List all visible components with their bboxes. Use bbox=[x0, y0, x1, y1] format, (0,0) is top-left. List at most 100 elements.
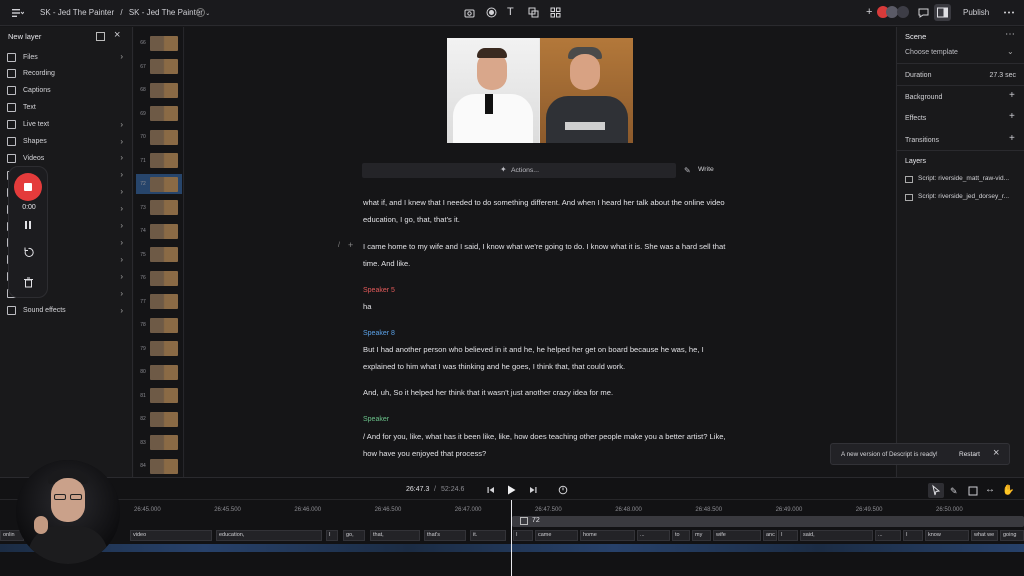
breadcrumb-project[interactable]: SK - Jed The Painter bbox=[40, 8, 114, 17]
loop-icon[interactable] bbox=[558, 485, 568, 495]
grid-tool-icon[interactable] bbox=[550, 7, 561, 18]
timeline-word[interactable]: home bbox=[580, 530, 635, 541]
pause-icon[interactable] bbox=[23, 220, 33, 230]
timeline-word[interactable]: said, bbox=[800, 530, 873, 541]
drag-handle-icon[interactable]: / bbox=[338, 242, 340, 249]
effects-label[interactable]: Effects bbox=[905, 115, 1019, 122]
panel-toggle-icon[interactable] bbox=[934, 4, 951, 21]
script-paragraph[interactable]: But I had another person who believed in… bbox=[363, 341, 733, 375]
write-button[interactable]: Write bbox=[698, 166, 714, 173]
script-paragraph[interactable]: I came home to my wife and I said, I kno… bbox=[363, 238, 733, 272]
publish-button[interactable]: Publish bbox=[963, 8, 989, 17]
timeline-word[interactable]: I bbox=[513, 530, 533, 541]
timeline-word[interactable]: go, bbox=[343, 530, 365, 541]
timeline-word[interactable]: education, bbox=[216, 530, 322, 541]
transitions-label[interactable]: Transitions bbox=[905, 137, 1019, 144]
timeline-word[interactable]: video bbox=[130, 530, 212, 541]
scene-thumbnail[interactable]: 67 bbox=[136, 57, 182, 77]
timeline-word[interactable]: came bbox=[535, 530, 578, 541]
pencil-icon[interactable]: ✎ bbox=[684, 166, 693, 175]
more-icon[interactable] bbox=[1003, 7, 1015, 18]
timeline-word[interactable]: ... bbox=[637, 530, 670, 541]
timeline-word[interactable]: to bbox=[672, 530, 690, 541]
scene-thumbnail[interactable]: 73 bbox=[136, 198, 182, 218]
sidebar-item[interactable]: Recording bbox=[0, 66, 133, 82]
timeline-word[interactable]: that's bbox=[424, 530, 466, 541]
scene-thumbnail[interactable]: 69 bbox=[136, 104, 182, 124]
scene-thumbnail[interactable]: 66 bbox=[136, 33, 182, 53]
layer-item[interactable]: Script: riverside_matt_raw-vid... bbox=[918, 175, 1020, 182]
scene-thumbnail[interactable]: 81 bbox=[136, 386, 182, 406]
video-preview[interactable] bbox=[447, 38, 633, 143]
script-paragraph[interactable]: And, uh, So it helped her think that it … bbox=[363, 384, 733, 401]
sidebar-item[interactable]: Videos › bbox=[0, 150, 133, 166]
timeline-word[interactable]: know bbox=[925, 530, 969, 541]
duration-value[interactable]: 27.3 sec bbox=[990, 72, 1016, 79]
popout-icon[interactable] bbox=[96, 32, 105, 41]
restart-icon[interactable] bbox=[23, 247, 34, 258]
background-label[interactable]: Background bbox=[905, 94, 1019, 101]
scene-bar[interactable]: 72 bbox=[512, 516, 1024, 527]
script-paragraph[interactable]: ha bbox=[363, 298, 733, 315]
add-effect-icon[interactable]: + bbox=[1009, 111, 1015, 122]
skip-back-icon[interactable] bbox=[487, 486, 495, 494]
close-icon[interactable]: × bbox=[114, 29, 120, 41]
scene-thumbnail[interactable]: 71 bbox=[136, 151, 182, 171]
scene-thumbnail[interactable]: 82 bbox=[136, 409, 182, 429]
scene-thumbnail[interactable]: 77 bbox=[136, 292, 182, 312]
menu-icon[interactable] bbox=[12, 8, 24, 18]
text-tool-icon[interactable]: T bbox=[507, 6, 518, 18]
close-icon[interactable]: × bbox=[993, 447, 999, 459]
avatar[interactable] bbox=[897, 6, 909, 18]
timeline-word[interactable]: my bbox=[692, 530, 711, 541]
scene-thumbnail[interactable]: 74 bbox=[136, 221, 182, 241]
scene-thumbnail[interactable]: 76 bbox=[136, 268, 182, 288]
add-background-icon[interactable]: + bbox=[1009, 90, 1015, 101]
audio-waveform[interactable] bbox=[0, 544, 1024, 552]
timeline-word[interactable]: anc bbox=[763, 530, 777, 541]
script-paragraph[interactable]: / And for you, like, what has it been li… bbox=[363, 428, 733, 462]
sidebar-item[interactable]: Files › bbox=[0, 49, 133, 65]
chevron-down-icon[interactable]: ⌄ bbox=[1007, 47, 1014, 56]
sidebar-item[interactable]: Shapes › bbox=[0, 134, 133, 150]
script-paragraph[interactable]: what if, and I knew that I needed to do … bbox=[363, 194, 733, 228]
scene-thumbnail[interactable]: 83 bbox=[136, 433, 182, 453]
scene-thumbnail[interactable]: 72 bbox=[136, 174, 182, 194]
timeline-word[interactable]: what we bbox=[971, 530, 998, 541]
select-tool-icon[interactable] bbox=[928, 483, 944, 498]
stop-recording-button[interactable] bbox=[14, 173, 42, 201]
timeline-word[interactable]: I bbox=[326, 530, 338, 541]
stretch-tool-icon[interactable]: ↔ bbox=[985, 484, 995, 495]
skip-forward-icon[interactable] bbox=[529, 486, 537, 494]
scene-thumbnail[interactable]: 79 bbox=[136, 339, 182, 359]
scene-thumbnail[interactable]: 70 bbox=[136, 127, 182, 147]
timeline-word[interactable]: it. bbox=[470, 530, 506, 541]
range-tool-icon[interactable] bbox=[968, 486, 978, 496]
timeline-word[interactable]: that, bbox=[370, 530, 420, 541]
sidebar-item[interactable]: Live text › bbox=[0, 117, 133, 133]
timeline-word[interactable]: I bbox=[903, 530, 923, 541]
record-tool-icon[interactable] bbox=[486, 7, 497, 18]
scene-thumbnail[interactable]: 68 bbox=[136, 80, 182, 100]
sidebar-item[interactable]: Sound effects › bbox=[0, 303, 133, 319]
speaker-label[interactable]: Speaker bbox=[363, 416, 389, 423]
playhead[interactable] bbox=[511, 500, 512, 576]
choose-template-dropdown[interactable]: Choose template bbox=[905, 49, 1019, 56]
restart-button[interactable]: Restart bbox=[959, 451, 980, 458]
sidebar-item[interactable]: Text bbox=[0, 100, 133, 116]
scene-thumbnail[interactable]: 84 bbox=[136, 456, 182, 476]
actions-bar[interactable]: ✦ Actions... bbox=[362, 163, 676, 178]
scene-thumbnail[interactable]: 75 bbox=[136, 245, 182, 265]
layer-item[interactable]: Script: riverside_jed_dorsey_r... bbox=[918, 193, 1020, 200]
trash-icon[interactable] bbox=[23, 277, 34, 288]
scene-thumbnail[interactable]: 78 bbox=[136, 315, 182, 335]
timeline-word[interactable]: wife bbox=[713, 530, 761, 541]
add-transition-icon[interactable]: + bbox=[1009, 133, 1015, 144]
hand-tool-icon[interactable]: ✋ bbox=[1002, 485, 1014, 496]
blade-tool-icon[interactable]: ✎ bbox=[950, 486, 960, 496]
play-icon[interactable] bbox=[507, 485, 516, 495]
shape-tool-icon[interactable] bbox=[528, 7, 539, 18]
sidebar-item[interactable]: Captions bbox=[0, 83, 133, 99]
breadcrumb-composition[interactable]: SK - Jed The Painter bbox=[129, 8, 203, 17]
timeline-word[interactable]: ... bbox=[875, 530, 901, 541]
